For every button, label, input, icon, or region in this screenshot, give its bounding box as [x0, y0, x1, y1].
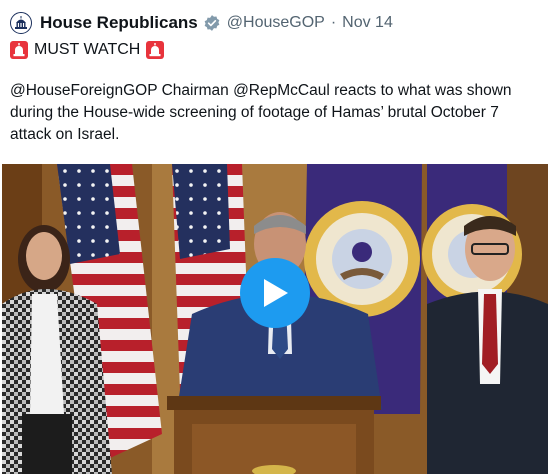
play-button[interactable] — [240, 258, 310, 328]
siren-icon — [146, 41, 165, 59]
play-icon — [264, 279, 288, 307]
tweet-text: @HouseForeignGOP Chairman @RepMcCaul rea… — [10, 82, 512, 143]
author-name[interactable]: House Republicans — [40, 13, 198, 33]
author-handle[interactable]: @HouseGOP — [227, 14, 325, 32]
verified-badge-icon — [203, 14, 221, 32]
meta-separator: · — [330, 14, 337, 31]
tweet-date[interactable]: Nov 14 — [342, 14, 393, 32]
headline-line: MUST WATCH — [10, 39, 165, 61]
tweet-header: House Republicans @HouseGOP · Nov 14 — [10, 10, 393, 36]
profile-avatar[interactable] — [10, 12, 32, 34]
headline-text: MUST WATCH — [34, 41, 141, 58]
podium — [167, 396, 381, 474]
video-thumbnail[interactable] — [2, 164, 548, 474]
capitol-icon — [15, 16, 27, 29]
siren-icon — [10, 41, 28, 59]
